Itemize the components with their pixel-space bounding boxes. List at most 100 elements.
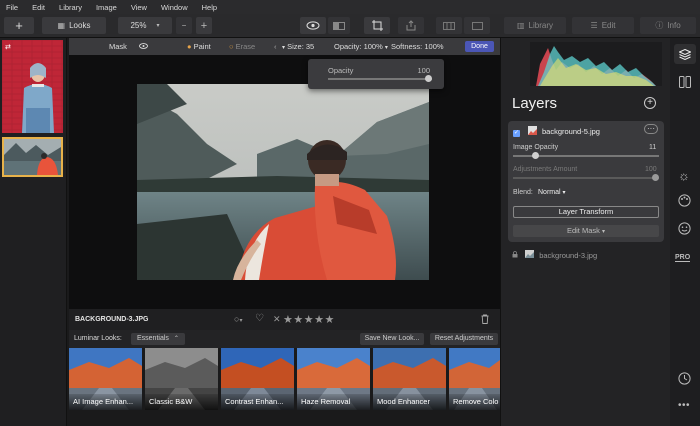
menu-file[interactable]: File (6, 3, 18, 12)
layer-transform-button[interactable]: Layer Transform (513, 206, 659, 218)
single-view-button[interactable] (464, 17, 490, 34)
thumbnail-woman-red-wall[interactable]: ⇄ (2, 40, 63, 133)
layer-image-icon (525, 250, 536, 260)
split-view-icon (333, 21, 345, 30)
save-new-look-button[interactable]: Save New Look... (360, 333, 424, 345)
look-thumbnail[interactable]: Classic B&W (145, 348, 218, 410)
hiker-lake-illustration (4, 139, 61, 175)
tab-library-label: Library (528, 21, 553, 30)
image-opacity-value: 11 (649, 144, 657, 151)
opacity-control[interactable]: Opacity: 100% ▾ (334, 42, 388, 51)
chevron-down-icon: ▾ (282, 45, 286, 51)
more-options-icon[interactable]: ••• (678, 400, 690, 411)
active-layer-name: background-5.jpg (542, 127, 600, 136)
add-photos-button[interactable]: + (4, 17, 34, 34)
size-control[interactable]: ▾ Size: 35 (282, 42, 314, 51)
creative-palette-icon[interactable] (678, 194, 691, 209)
looks-button[interactable]: ▦ Looks (42, 17, 106, 34)
share-button[interactable] (398, 17, 424, 34)
menu-image[interactable]: Image (96, 3, 117, 12)
layer-visibility-checkbox[interactable]: ✓ (513, 127, 520, 137)
preview-button[interactable] (300, 17, 326, 34)
looks-category-select[interactable]: Essentials ⌃ (131, 333, 185, 345)
popup-opacity-knob[interactable] (425, 75, 432, 82)
edit-mask-button[interactable]: Edit Mask ▾ (513, 225, 659, 237)
thumbnail-hiker-lake[interactable] (2, 137, 63, 177)
softness-control[interactable]: Softness: 100% (391, 42, 444, 51)
menu-library[interactable]: Library (59, 3, 82, 12)
base-layer-row[interactable]: background-3.jpg (512, 250, 597, 260)
looks-strip-footer (69, 410, 500, 426)
look-thumbnail[interactable]: Remove Colo (449, 348, 500, 410)
look-thumbnail[interactable]: AI Image Enhan... (69, 348, 142, 410)
look-thumbnail[interactable]: Haze Removal (297, 348, 370, 410)
reset-adjustments-button[interactable]: Reset Adjustments (430, 333, 498, 345)
compare-button[interactable] (328, 17, 350, 34)
lock-icon (512, 251, 520, 260)
chevron-down-icon: ▾ (156, 23, 160, 29)
reject-icon[interactable]: ✕ (273, 314, 281, 325)
trash-icon[interactable] (481, 314, 489, 326)
add-layer-button[interactable]: + (644, 97, 656, 109)
adjustments-amount-knob[interactable] (652, 174, 659, 181)
gallery-view-button[interactable] (436, 17, 462, 34)
grid-icon: ▦ (57, 21, 66, 30)
look-name: AI Image Enhan... (69, 394, 142, 410)
zoom-select[interactable]: 25% ▾ (118, 17, 172, 34)
history-clock-icon[interactable] (678, 372, 691, 387)
adjustments-amount-label: Adjustments Amount (513, 166, 578, 173)
paint-tool[interactable]: ● Paint (187, 42, 211, 51)
popup-opacity-slider[interactable] (328, 75, 432, 82)
blend-mode-value: Normal (538, 189, 561, 196)
more-tools-chevron-icon[interactable]: ‹ (274, 42, 277, 51)
menu-window[interactable]: Window (161, 3, 188, 12)
crop-icon (371, 20, 383, 31)
canvas-tools-icon[interactable] (679, 76, 691, 90)
menu-help[interactable]: Help (202, 3, 217, 12)
opacity-label: Opacity: 100% (334, 42, 383, 51)
portrait-face-icon[interactable] (678, 222, 691, 237)
zoom-out-button[interactable]: − (176, 17, 192, 34)
mask-toolbar: Mask ● Paint ○ Erase ‹ ▾ Size: 35 Opacit… (69, 38, 500, 55)
look-thumbnail[interactable]: Contrast Enhan... (221, 348, 294, 410)
tab-library[interactable]: ▥ Library (504, 17, 566, 34)
erase-tool[interactable]: ○ Erase (229, 42, 255, 51)
zoom-in-button[interactable]: + (196, 17, 212, 34)
image-filename: BACKGROUND-3.JPG (75, 316, 149, 323)
looks-bar: Luminar Looks: Essentials ⌃ Save New Loo… (69, 330, 500, 348)
done-button[interactable]: Done (465, 41, 494, 52)
looks-title: Luminar Looks: (74, 335, 122, 342)
mask-label: Mask (109, 42, 127, 51)
color-label-picker[interactable]: ○▾ (234, 314, 242, 324)
layer-more-options-icon[interactable]: ··· (644, 124, 658, 134)
essentials-sun-icon[interactable]: ☼ (678, 168, 690, 183)
tab-info[interactable]: ⓘ Info (640, 17, 696, 34)
menu-edit[interactable]: Edit (32, 3, 45, 12)
looks-label: Looks (69, 21, 91, 30)
adjustments-amount-value: 100 (645, 166, 657, 173)
look-thumbnail[interactable]: Mood Enhancer (373, 348, 446, 410)
menu-bar: File Edit Library Image View Window Help (0, 0, 700, 14)
crop-button[interactable] (364, 17, 390, 34)
adjustments-amount-slider[interactable] (513, 174, 659, 181)
brush-icon: ● (187, 42, 192, 51)
looks-category-label: Essentials (137, 335, 169, 342)
active-layer-card[interactable]: ✓ background-5.jpg ··· Image Opacity 11 … (508, 121, 664, 242)
image-opacity-slider[interactable] (513, 152, 659, 159)
blend-mode-select[interactable]: Normal ▾ (538, 189, 566, 196)
pro-tools-icon[interactable]: PRO (675, 254, 691, 262)
chevron-down-icon: ▾ (384, 45, 388, 51)
image-opacity-knob[interactable] (531, 152, 539, 159)
main-photo[interactable] (137, 84, 429, 280)
mask-visibility-icon[interactable] (139, 42, 148, 51)
zoom-minus-label: − (181, 21, 187, 30)
single-image-icon (471, 21, 483, 30)
layers-stack-icon[interactable] (674, 44, 696, 64)
menu-view[interactable]: View (131, 3, 147, 12)
star-rating[interactable]: ★★★★★ (283, 313, 335, 326)
favorite-heart-icon[interactable]: ♡ (255, 313, 264, 324)
erase-label: Erase (235, 42, 256, 51)
tab-edit[interactable]: ☰ Edit (572, 17, 634, 34)
tab-edit-label: Edit (601, 21, 616, 30)
blend-label: Blend: (513, 189, 533, 196)
